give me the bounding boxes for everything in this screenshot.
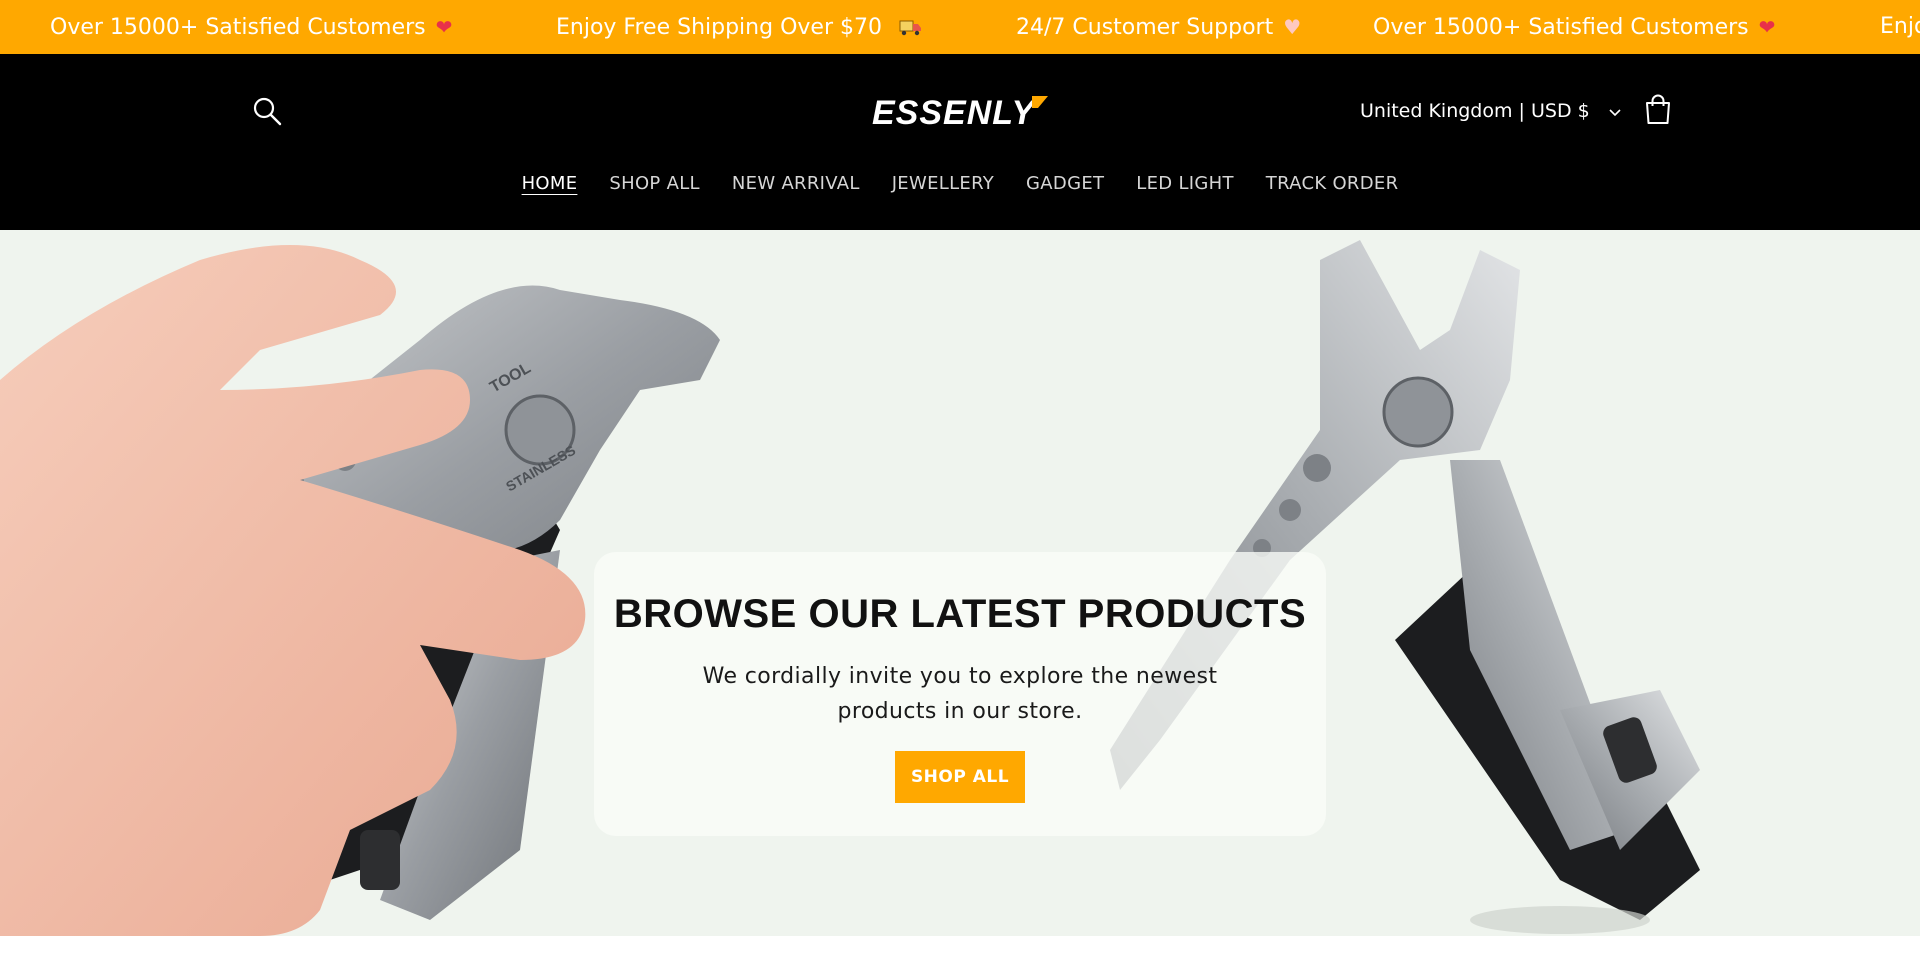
tool-hole [1279,499,1301,521]
heart-icon: ❤ [435,15,453,39]
announcement-item: Enjo [1880,0,1920,54]
shop-all-button[interactable]: SHOP ALL [895,751,1025,803]
search-icon[interactable] [250,94,284,128]
truck-icon [899,15,923,39]
nav-item-track-order[interactable]: TRACK ORDER [1250,166,1415,202]
site-header: ESSENLY United Kingdom | USD $ HOME SHOP… [0,54,1920,230]
heart-hands-icon: ♥ [1283,15,1302,39]
tool-pivot-right [1382,376,1454,448]
announcement-item: Over 15000+ Satisfied Customers ❤ [1373,0,1775,54]
country-selector-label: United Kingdom | USD $ [1360,100,1590,122]
hero-banner: TOOL STAINLESS BROWSE OUR LATEST PRODUCT… [0,230,1920,936]
nav-item-shop-all[interactable]: SHOP ALL [593,166,715,202]
tool-wheel [360,830,400,890]
announcement-text: Over 15000+ Satisfied Customers [1373,15,1749,40]
announcement-text: Enjoy Free Shipping Over $70 [556,15,882,40]
chevron-down-icon [1608,95,1622,129]
nav-item-gadget[interactable]: GADGET [1010,166,1120,202]
tool-hole [1303,454,1331,482]
hero-subtitle: We cordially invite you to explore the n… [702,664,1218,724]
nav-item-led-light[interactable]: LED LIGHT [1120,166,1250,202]
announcement-text: 24/7 Customer Support [1016,15,1274,40]
announcement-text: Enjo [1880,14,1920,39]
nav-item-new-arrival[interactable]: NEW ARRIVAL [716,166,876,202]
logo-accent [1032,96,1048,108]
hero-title: BROWSE OUR LATEST PRODUCTS [613,592,1307,636]
announcement-item: Over 15000+ Satisfied Customers ❤ [50,0,452,54]
announcement-item: 24/7 Customer Support ♥ [1016,0,1301,54]
heart-icon: ❤ [1758,15,1776,39]
hero-content-card: BROWSE OUR LATEST PRODUCTS We cordially … [594,552,1326,836]
country-currency-selector[interactable]: United Kingdom | USD $ [1360,94,1622,128]
cart-icon[interactable] [1640,92,1676,128]
site-logo[interactable]: ESSENLY [872,84,1048,134]
announcement-bar: Over 15000+ Satisfied Customers ❤ Enjoy F… [0,0,1920,54]
announcement-text: Over 15000+ Satisfied Customers [50,15,426,40]
main-navigation: HOME SHOP ALL NEW ARRIVAL JEWELLERY GADG… [0,166,1920,202]
logo-text: ESSENLY [872,94,1038,132]
tool-shadow [1470,906,1650,934]
announcement-item: Enjoy Free Shipping Over $70 [556,0,923,54]
nav-item-jewellery[interactable]: JEWELLERY [876,166,1010,202]
nav-item-home[interactable]: HOME [506,166,594,202]
